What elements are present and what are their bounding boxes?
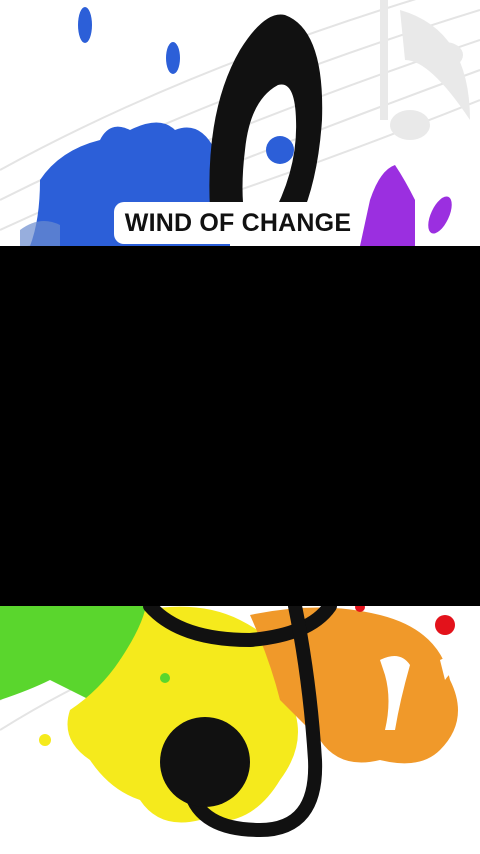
video-player-area[interactable] xyxy=(0,246,480,606)
treble-clef-bottom-dot xyxy=(160,717,250,807)
song-title: WIND OF CHANGE xyxy=(114,202,362,244)
